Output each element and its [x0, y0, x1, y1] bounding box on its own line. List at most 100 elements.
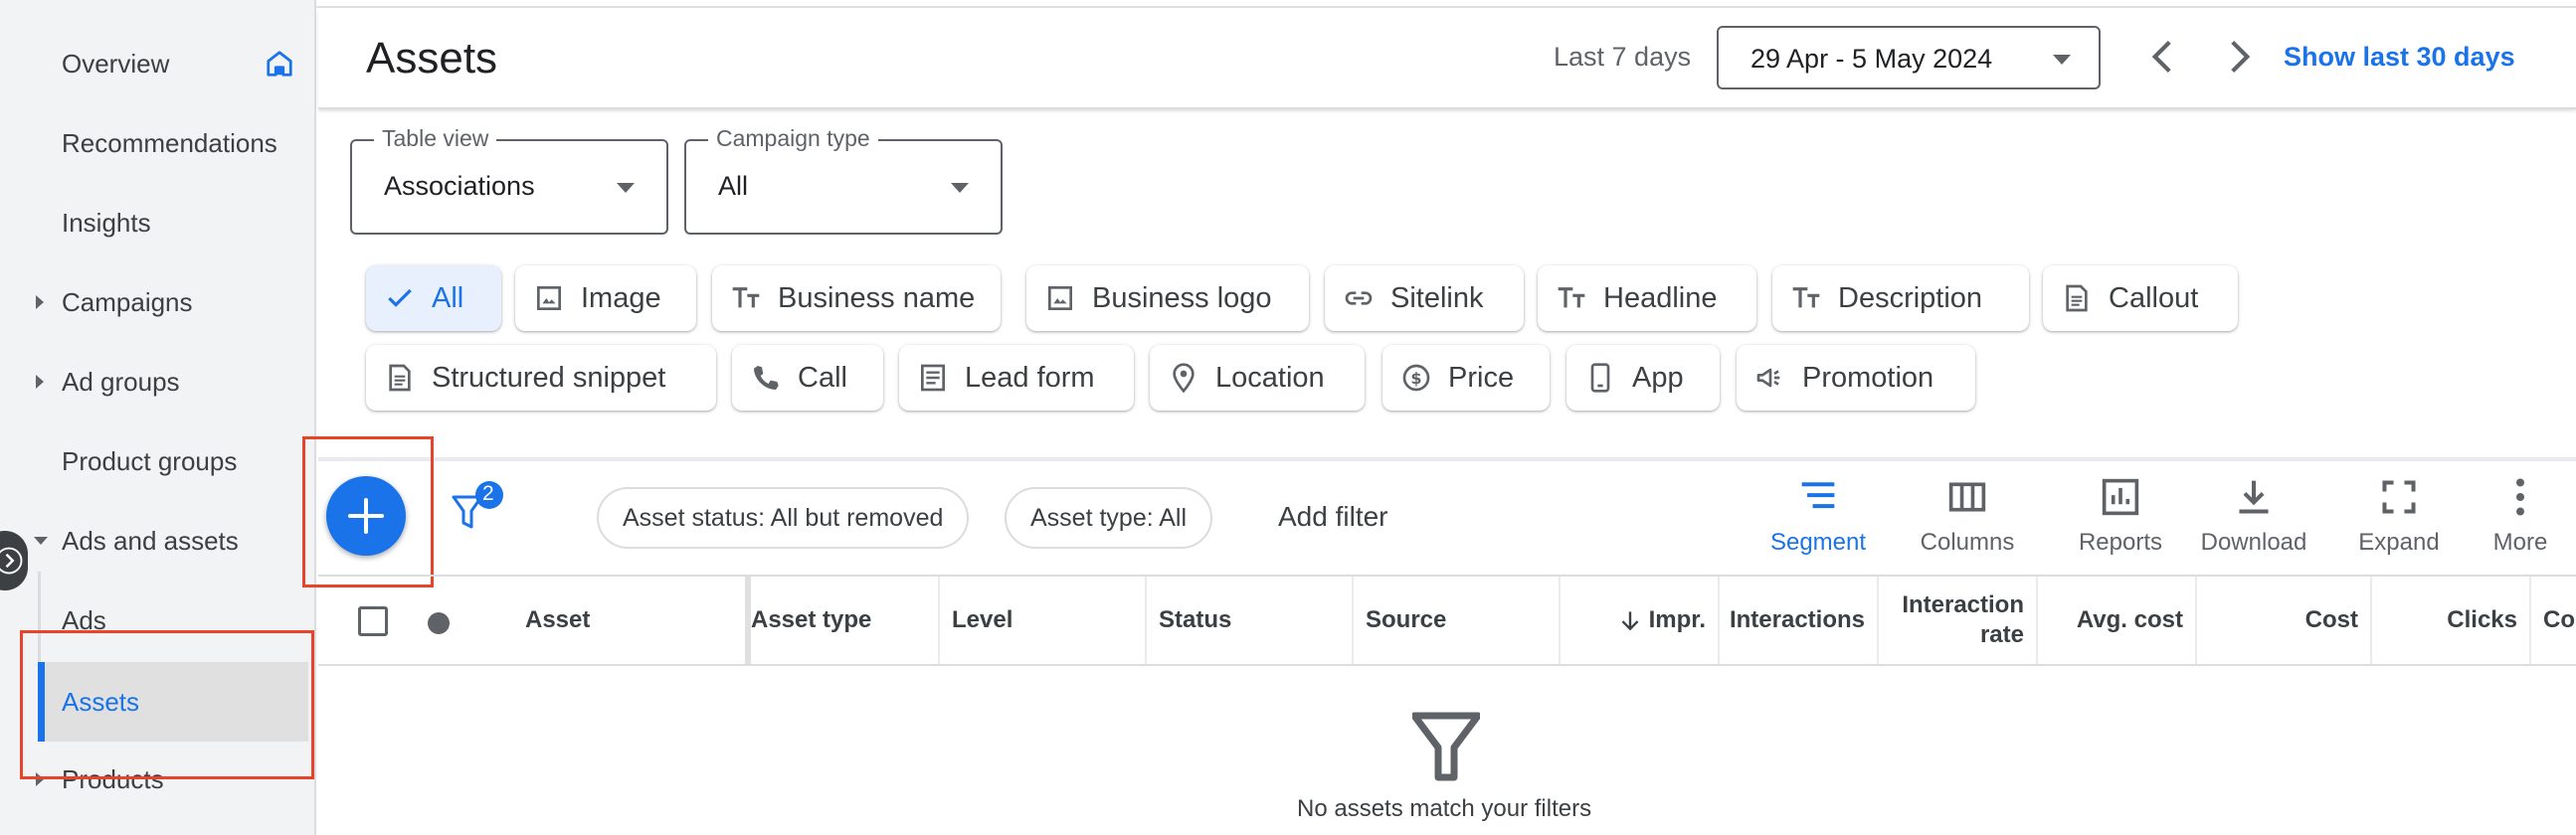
- chip-structured-snippet[interactable]: Structured snippet: [366, 345, 716, 411]
- asset-status-filter-pill[interactable]: Asset status: All but removed: [597, 487, 970, 549]
- highlight-box-add-button: [302, 436, 434, 587]
- chip-label: Callout: [2109, 281, 2199, 314]
- expand-button[interactable]: Expand: [2347, 477, 2451, 563]
- chip-business-logo[interactable]: Business logo: [1026, 265, 1309, 331]
- chip-call[interactable]: Call: [732, 345, 883, 411]
- check-icon: [388, 288, 412, 307]
- chevron-left-icon[interactable]: [2138, 32, 2188, 82]
- column-header-status[interactable]: Status: [1147, 577, 1354, 664]
- chip-lead-form[interactable]: Lead form: [899, 345, 1134, 411]
- page-title: Assets: [366, 34, 498, 83]
- chip-headline[interactable]: Headline: [1538, 265, 1756, 331]
- chip-image[interactable]: Image: [515, 265, 696, 331]
- reports-button[interactable]: Reports: [2063, 477, 2178, 563]
- sidebar-item-insights[interactable]: Insights: [0, 187, 314, 258]
- column-header-interaction-rate[interactable]: Interaction rate: [1879, 577, 2038, 664]
- table-view-select[interactable]: Table view Associations: [350, 125, 668, 235]
- location-pin-icon: [1173, 363, 1195, 394]
- add-filter-button[interactable]: Add filter: [1278, 501, 1388, 533]
- sidebar-item-recommendations[interactable]: Recommendations: [0, 107, 314, 179]
- select-all-checkbox[interactable]: [358, 606, 388, 636]
- sidebar-item-product-groups[interactable]: Product groups: [0, 425, 314, 497]
- chip-promotion[interactable]: Promotion: [1737, 345, 1975, 411]
- chip-label: Headline: [1603, 281, 1718, 314]
- segment-button[interactable]: Segment: [1762, 477, 1874, 563]
- tool-label: More: [2492, 529, 2548, 556]
- show-last-30-days-link[interactable]: Show last 30 days: [2284, 42, 2515, 73]
- column-header-label: Co: [2543, 606, 2575, 633]
- chip-label: Business logo: [1092, 281, 1272, 314]
- column-header-conversions[interactable]: Co: [2531, 577, 2576, 664]
- home-icon: [267, 51, 292, 77]
- reports-icon: [2102, 478, 2139, 516]
- chip-price[interactable]: $ Price: [1382, 345, 1550, 411]
- chevron-right-icon: [0, 547, 23, 575]
- chip-callout[interactable]: Callout: [2043, 265, 2238, 331]
- chip-label: Business name: [778, 281, 976, 314]
- chip-business-name[interactable]: Business name: [712, 265, 1001, 331]
- table-header: Asset Asset type Level Status Source Imp…: [318, 575, 2576, 666]
- text-icon: [732, 287, 760, 308]
- dropdown-arrow-icon: [2053, 55, 2071, 65]
- form-icon: [921, 364, 945, 392]
- campaign-type-select[interactable]: Campaign type All: [684, 125, 1003, 235]
- chip-sitelink[interactable]: Sitelink: [1325, 265, 1524, 331]
- chevron-right-icon[interactable]: [2214, 32, 2264, 82]
- top-divider: [316, 0, 2576, 8]
- chip-description[interactable]: Description: [1772, 265, 2029, 331]
- chip-app[interactable]: App: [1566, 345, 1720, 411]
- columns-icon: [1948, 482, 1986, 512]
- sidebar-item-label: Ad groups: [62, 366, 180, 397]
- column-header-asset-type[interactable]: Asset type: [747, 577, 940, 664]
- dropdown-arrow-icon: [951, 183, 969, 193]
- chip-label: Image: [581, 281, 661, 314]
- column-header-level[interactable]: Level: [940, 577, 1147, 664]
- sidebar-item-campaigns[interactable]: Campaigns: [0, 266, 314, 338]
- column-header-source[interactable]: Source: [1354, 577, 1561, 664]
- caret-right-icon: [36, 375, 44, 389]
- campaign-type-label: Campaign type: [708, 125, 878, 152]
- megaphone-icon: [1756, 368, 1780, 388]
- image-icon: [537, 286, 561, 310]
- chip-label: Lead form: [965, 361, 1095, 394]
- column-header-label: Interaction rate: [1902, 591, 2024, 648]
- collapse-sidebar-button[interactable]: [0, 531, 28, 590]
- page-header: Assets Last 7 days 29 Apr - 5 May 2024 S…: [318, 10, 2576, 109]
- filter-button[interactable]: 2: [450, 481, 509, 537]
- column-header-interactions[interactable]: Interactions: [1720, 577, 1879, 664]
- column-header-impressions[interactable]: Impr.: [1561, 577, 1720, 664]
- sidebar-item-label: Ads and assets: [62, 525, 239, 556]
- chip-all[interactable]: All: [366, 265, 501, 331]
- column-header-label: Asset: [525, 606, 591, 633]
- campaign-type-value: All: [718, 171, 749, 201]
- chip-location[interactable]: Location: [1150, 345, 1365, 411]
- download-button[interactable]: Download: [2192, 477, 2315, 563]
- download-icon: [2239, 480, 2269, 514]
- asset-type-filter-pill[interactable]: Asset type: All: [1005, 487, 1213, 549]
- highlight-box-assets: [20, 630, 314, 779]
- columns-button[interactable]: Columns: [1906, 477, 2029, 563]
- sidebar-item-label: Campaigns: [62, 286, 193, 317]
- price-icon: $: [1402, 364, 1430, 392]
- sidebar-item-label: Recommendations: [62, 127, 277, 158]
- dropdown-arrow-icon: [617, 183, 635, 193]
- sidebar-item-ads-and-assets[interactable]: Ads and assets: [0, 505, 314, 577]
- date-range-select[interactable]: 29 Apr - 5 May 2024: [1717, 26, 2101, 89]
- column-header-avg-cost[interactable]: Avg. cost: [2038, 577, 2197, 664]
- more-button[interactable]: More: [2481, 477, 2560, 563]
- chip-label: Promotion: [1802, 361, 1934, 394]
- sidebar-item-label: Insights: [62, 207, 151, 238]
- column-header-asset[interactable]: Asset: [513, 577, 752, 664]
- column-header-cost[interactable]: Cost: [2197, 577, 2372, 664]
- chip-label: Description: [1838, 281, 1983, 314]
- column-header-clicks[interactable]: Clicks: [2372, 577, 2531, 664]
- filter-icon: [452, 481, 503, 529]
- column-header-label: Level: [952, 606, 1013, 633]
- sidebar-item-overview[interactable]: Overview: [0, 28, 314, 99]
- chip-label: Location: [1215, 361, 1325, 394]
- segment-icon: [1801, 482, 1835, 509]
- date-range-value: 29 Apr - 5 May 2024: [1750, 44, 1993, 74]
- column-header-label: Interactions: [1729, 606, 1865, 633]
- sidebar-item-ad-groups[interactable]: Ad groups: [0, 346, 314, 418]
- chip-label: Price: [1448, 361, 1515, 394]
